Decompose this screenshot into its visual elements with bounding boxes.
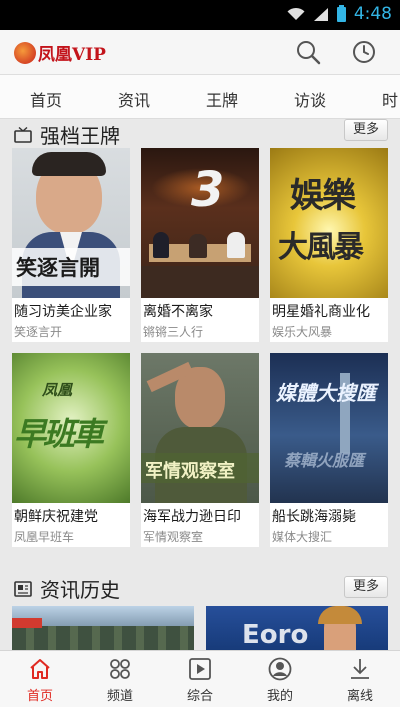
status-bar: 4:48 <box>0 0 400 30</box>
history-thumbnail[interactable]: Eoro <box>206 606 388 650</box>
video-thumbnail: 媒體大搜匯 蔡輯火服匯 <box>270 353 388 503</box>
tab-interview[interactable]: 访谈 <box>294 87 326 111</box>
status-time: 4:48 <box>353 4 392 24</box>
thumbnail-caption-2: 早班車 <box>14 415 104 453</box>
card-subtitle: 锵锵三人行 <box>143 325 204 339</box>
thumbnail-caption-2: 蔡輯火服匯 <box>284 451 365 470</box>
section-ace-header: 强档王牌 <box>14 120 120 149</box>
video-card[interactable]: 3 离婚不离家 锵锵三人行 <box>141 148 259 342</box>
nav-mine[interactable]: 我的 <box>240 651 320 707</box>
phoenix-logo-icon <box>14 41 36 64</box>
card-title: 船长跳海溺毙 <box>272 509 356 525</box>
bottom-navigation: 首页 频道 综合 我的 离线 <box>0 650 400 707</box>
category-tabs: 首页 资讯 王牌 访谈 时 <box>0 75 400 119</box>
card-title: 朝鲜庆祝建党 <box>14 509 98 525</box>
signal-icon <box>313 8 328 21</box>
download-icon <box>351 659 369 679</box>
card-subtitle: 军情观察室 <box>143 530 204 544</box>
app-header: 凤凰VIP <box>0 30 400 75</box>
thumbnail-caption-2: 大風暴 <box>278 230 364 265</box>
section-title: 强档王牌 <box>40 124 120 148</box>
user-icon <box>268 657 292 681</box>
tab-time[interactable]: 时 <box>382 87 398 111</box>
tv-icon <box>14 126 32 143</box>
section-title: 资讯历史 <box>40 578 120 602</box>
nav-general[interactable]: 综合 <box>160 651 240 707</box>
card-title: 离婚不离家 <box>143 304 213 320</box>
history-thumbnail-text: Eoro <box>242 620 309 650</box>
video-card[interactable]: 媒體大搜匯 蔡輯火服匯 船长跳海溺毙 媒体大搜汇 <box>270 353 388 547</box>
card-subtitle: 笑逐言开 <box>14 325 63 339</box>
more-button[interactable]: 更多 <box>344 119 388 141</box>
video-thumbnail: 军情观察室 <box>141 353 259 503</box>
more-button[interactable]: 更多 <box>344 576 388 598</box>
tab-home[interactable]: 首页 <box>30 87 62 111</box>
nav-label: 综合 <box>186 689 213 704</box>
video-thumbnail: 凤凰 早班車 <box>12 353 130 503</box>
nav-label: 首页 <box>26 689 53 704</box>
nav-channels[interactable]: 频道 <box>80 651 160 707</box>
video-thumbnail: 笑逐言開 <box>12 148 130 298</box>
wifi-icon <box>287 7 305 20</box>
thumbnail-caption: 凤凰 <box>42 381 73 399</box>
video-card[interactable]: 笑逐言開 随习访美企业家 笑逐言开 <box>12 148 130 342</box>
card-title: 海军战力逊日印 <box>143 509 241 525</box>
thumbnail-caption: 笑逐言開 <box>16 256 100 280</box>
nav-label: 我的 <box>266 689 293 704</box>
app-logo: 凤凰VIP <box>14 40 106 65</box>
nav-offline[interactable]: 离线 <box>320 651 400 707</box>
home-icon <box>30 659 50 679</box>
newspaper-icon <box>14 580 32 597</box>
video-thumbnail: 娛樂 大風暴 <box>270 148 388 298</box>
video-card[interactable]: 军情观察室 海军战力逊日印 军情观察室 <box>141 353 259 547</box>
nav-label: 频道 <box>106 689 133 704</box>
clock-icon[interactable] <box>350 38 378 66</box>
card-subtitle: 媒体大搜汇 <box>272 530 333 544</box>
card-title: 随习访美企业家 <box>14 304 112 320</box>
play-icon <box>189 658 211 680</box>
thumbnail-caption: 3 <box>191 162 225 218</box>
grid-icon <box>110 659 130 679</box>
nav-label: 离线 <box>346 689 373 704</box>
logo-text: 凤凰VIP <box>38 45 106 65</box>
section-history-header: 资讯历史 <box>14 574 120 603</box>
thumbnail-caption: 军情观察室 <box>145 461 235 482</box>
history-thumbnail[interactable] <box>12 606 194 650</box>
video-thumbnail: 3 <box>141 148 259 298</box>
search-icon[interactable] <box>294 38 322 66</box>
thumbnail-caption: 媒體大搜匯 <box>276 381 376 405</box>
video-card[interactable]: 娛樂 大風暴 明星婚礼商业化 娱乐大风暴 <box>270 148 388 342</box>
nav-home[interactable]: 首页 <box>0 651 80 707</box>
card-subtitle: 娱乐大风暴 <box>272 325 333 339</box>
tab-news[interactable]: 资讯 <box>118 87 150 111</box>
card-subtitle: 凤凰早班车 <box>14 530 75 544</box>
thumbnail-caption: 娛樂 <box>290 176 356 216</box>
tab-ace[interactable]: 王牌 <box>206 87 238 111</box>
card-title: 明星婚礼商业化 <box>272 304 370 320</box>
video-card[interactable]: 凤凰 早班車 朝鲜庆祝建党 凤凰早班车 <box>12 353 130 547</box>
battery-icon <box>336 4 346 22</box>
